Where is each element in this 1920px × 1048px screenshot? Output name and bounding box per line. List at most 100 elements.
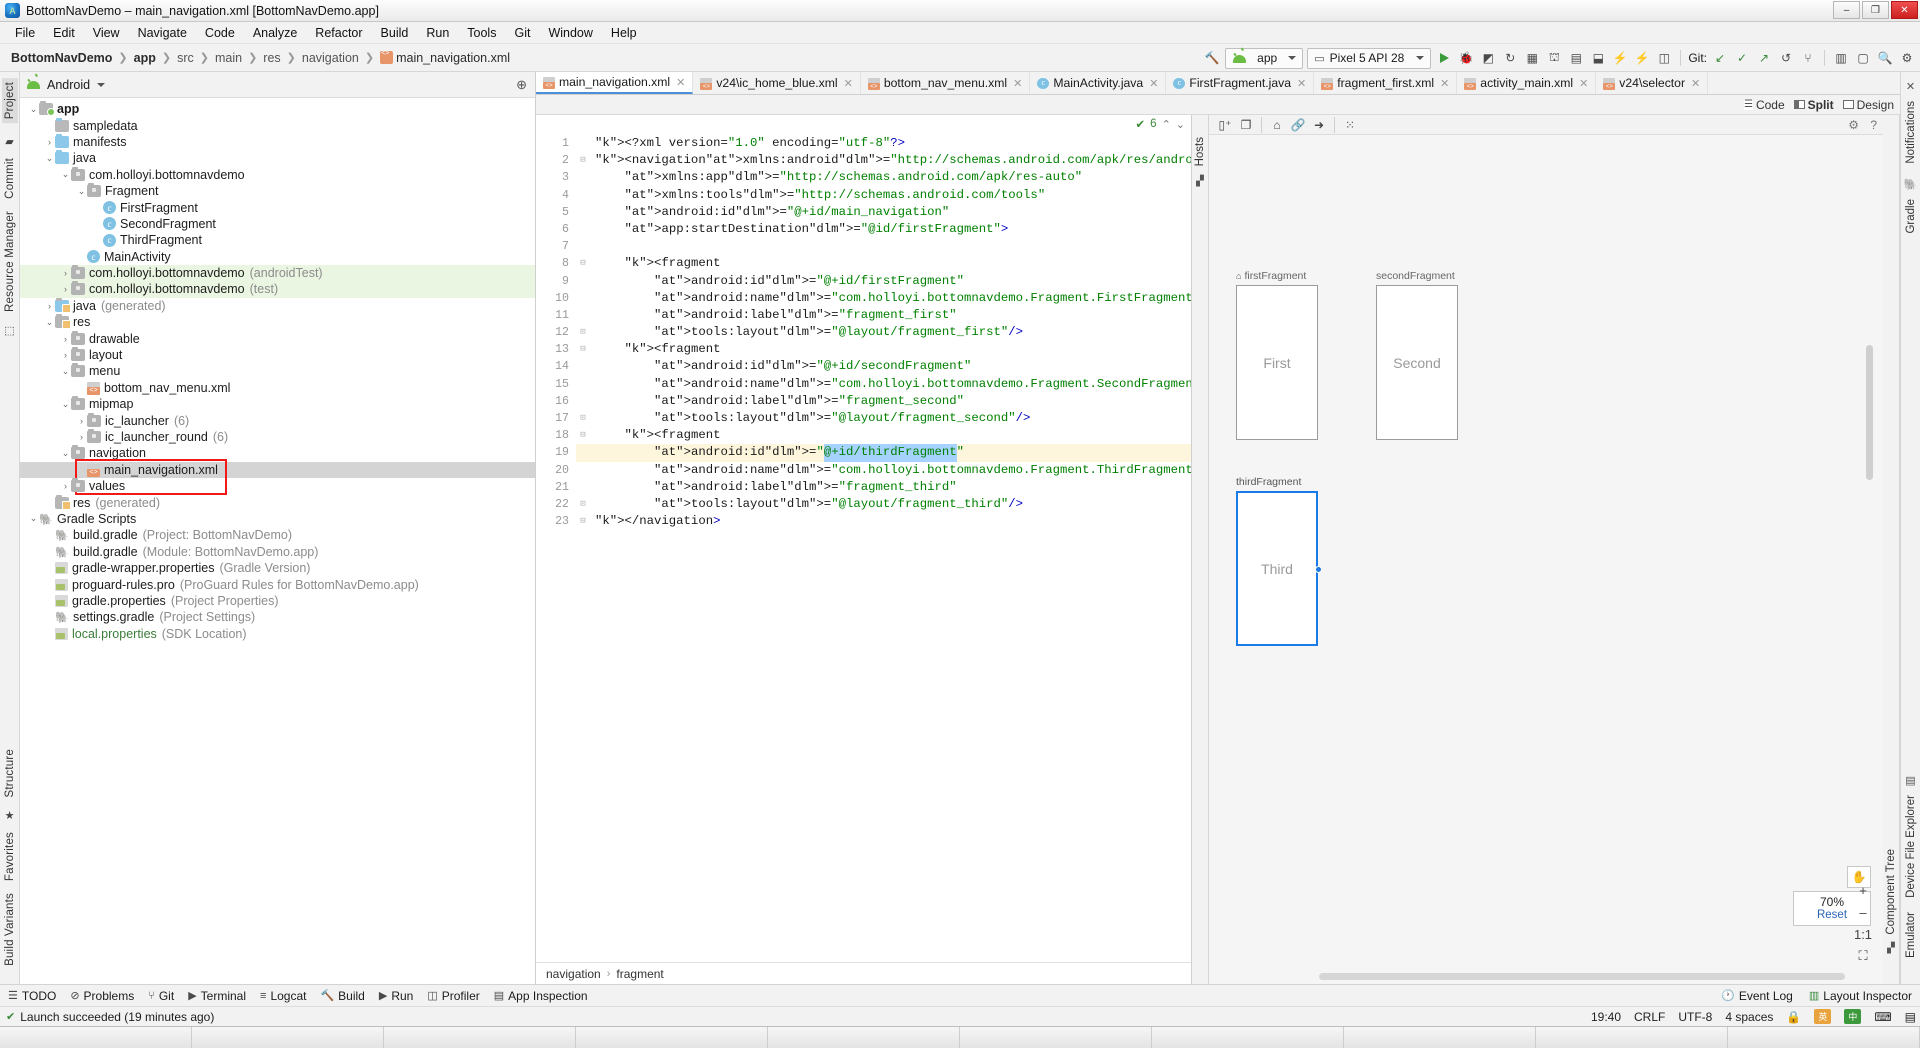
taskbar-segment[interactable] — [768, 1027, 960, 1048]
component-tree-grid-icon[interactable]: ▞ — [1887, 943, 1895, 954]
code-breadcrumb-navigation[interactable]: navigation — [546, 967, 601, 981]
chevron-down-icon[interactable]: ⌄ — [60, 399, 71, 410]
chevron-down-icon-project[interactable] — [97, 82, 106, 87]
editor-tab-main-navigation-xml[interactable]: main_navigation.xml ✕ — [536, 72, 694, 94]
code-line-10[interactable]: 10 "at">android:name "dlm" >= "com.holloyi.… — [536, 289, 1191, 307]
chevron-down-icon[interactable]: ⌄ — [44, 153, 55, 164]
taskbar-segment[interactable] — [1536, 1027, 1728, 1048]
tree-node-navigation[interactable]: ⌄ navigation — [20, 445, 535, 461]
menu-analyze[interactable]: Analyze — [244, 24, 306, 42]
tree-node-secondfragment[interactable]: c SecondFragment — [20, 216, 535, 232]
zoom-out-button[interactable]: – — [1855, 904, 1871, 920]
git-commit-icon[interactable]: ✓ — [1733, 48, 1751, 68]
git-history-icon[interactable]: ↺ — [1777, 48, 1795, 68]
close-icon[interactable]: ✕ — [1013, 77, 1022, 90]
chevron-right-icon[interactable]: › — [60, 350, 71, 360]
code-line-7[interactable]: 7 — [536, 238, 1191, 256]
breadcrumb-bottomnavdemo[interactable]: BottomNavDemo — [8, 51, 115, 65]
avd-manager-icon[interactable]: ▤ — [1567, 48, 1585, 68]
keyboard-icon[interactable]: ⌨ — [1874, 1010, 1891, 1024]
tree-node-gradle-properties[interactable]: gradle.properties (Project Properties) — [20, 593, 535, 609]
status-encoding[interactable]: UTF-8 — [1678, 1010, 1712, 1024]
tree-node-bottom-nav-menu-xml[interactable]: bottom_nav_menu.xml — [20, 380, 535, 396]
code-line-13[interactable]: 13 ⊟ "k"><fragment — [536, 341, 1191, 359]
close-icon[interactable]: ✕ — [1691, 77, 1700, 90]
tree-node-com-holloyi-bottomnavdemo[interactable]: › com.holloyi.bottomnavdemo (androidTest) — [20, 264, 535, 282]
chevron-right-icon[interactable]: › — [60, 284, 71, 294]
code-line-17[interactable]: 17 ⊡ "at">tools:layout "dlm" >= "@layout/fra… — [536, 410, 1191, 428]
fold-collapse-icon[interactable]: ⊟ — [576, 427, 590, 444]
tree-node-menu[interactable]: ⌄ menu — [20, 363, 535, 379]
sdk-manager-icon[interactable]: ⬓ — [1589, 48, 1607, 68]
rail-item-structure[interactable]: Structure — [4, 749, 16, 797]
tree-node-ic-launcher[interactable]: › ic_launcher (6) — [20, 412, 535, 428]
run-configuration-selector[interactable]: app — [1225, 47, 1304, 69]
destination-preview[interactable]: Third — [1236, 491, 1318, 646]
taskbar-segment[interactable] — [1152, 1027, 1344, 1048]
component-tree-label[interactable]: Component Tree — [1885, 849, 1897, 935]
editor-tab-activity-main-xml[interactable]: activity_main.xml ✕ — [1457, 72, 1597, 94]
device-file-explorer-icon[interactable]: ▤ — [1905, 774, 1915, 787]
tree-node-ic-launcher-round[interactable]: › ic_launcher_round (6) — [20, 429, 535, 445]
rail-item-project[interactable]: Project — [1, 78, 18, 124]
tree-node-settings-gradle[interactable]: 🐘 settings.gradle (Project Settings) — [20, 609, 535, 625]
editor-tab-bar[interactable]: main_navigation.xml✕v24\ic_home_blue.xml… — [536, 72, 1900, 95]
menu-run[interactable]: Run — [417, 24, 458, 42]
code-breadcrumb-fragment[interactable]: fragment — [616, 967, 663, 981]
breadcrumb-main[interactable]: main — [212, 51, 245, 65]
view-mode-split[interactable]: Split — [1793, 98, 1834, 112]
apply-code-changes-icon[interactable]: ⚡ — [1633, 48, 1651, 68]
taskbar-segment[interactable] — [0, 1027, 192, 1048]
device-selector[interactable]: ▭ Pixel 5 API 28 — [1307, 47, 1432, 69]
chevron-right-icon[interactable]: › — [60, 481, 71, 491]
code-line-3[interactable]: 3 "at">xmlns:app "dlm" >= "http://schemas.a… — [536, 169, 1191, 187]
code-line-11[interactable]: 11 "at">android:label "dlm" >= "fragment_fi… — [536, 306, 1191, 325]
close-icon[interactable]: ✕ — [1440, 77, 1449, 90]
tree-node-local-properties[interactable]: local.properties (SDK Location) — [20, 626, 535, 642]
tool-window-layout-inspector[interactable]: ▥ Layout Inspector — [1809, 989, 1912, 1003]
tree-node-proguard-rules-pro[interactable]: proguard-rules.pro (ProGuard Rules for Bo… — [20, 576, 535, 592]
view-mode-design[interactable]: Design — [1842, 98, 1894, 112]
zoom-in-button[interactable]: + — [1855, 882, 1871, 898]
design-settings-icon[interactable]: ⚙ — [1848, 118, 1859, 132]
chevron-right-icon[interactable]: › — [44, 137, 55, 147]
menu-git[interactable]: Git — [505, 24, 539, 42]
memory-icon[interactable]: ▤ — [1905, 1010, 1916, 1024]
inspection-widget[interactable]: ✔ 6 ⌃ ⌄ — [1136, 117, 1185, 131]
arrow-icon[interactable]: ➜ — [1310, 117, 1328, 133]
zoom-expand-button[interactable]: ⛶ — [1855, 948, 1871, 964]
gradle-elephant-icon[interactable]: 🐘 — [1904, 178, 1918, 191]
menu-navigate[interactable]: Navigate — [129, 24, 196, 42]
editor-tab-mainactivity-java[interactable]: MainActivity.java ✕ — [1030, 72, 1167, 94]
status-indent[interactable]: 4 spaces — [1725, 1010, 1773, 1024]
chevron-down-icon-insp[interactable]: ⌄ — [1176, 118, 1185, 131]
profiler-icon[interactable]: ◫ — [1655, 48, 1673, 68]
chevron-down-icon[interactable]: ⌄ — [60, 169, 71, 180]
rail-item-favorites[interactable]: Favorites — [4, 832, 16, 881]
help-icon[interactable]: ? — [1870, 118, 1877, 132]
code-lines[interactable]: 1 "k"><?xml version= "1.0" encoding= "utf-8… — [536, 135, 1191, 962]
auto-arrange-icon[interactable]: ⁙ — [1341, 117, 1359, 133]
chevron-down-icon[interactable]: ⌄ — [60, 448, 71, 459]
git-branch-icon[interactable]: ⑂ — [1799, 48, 1817, 68]
hosts-grid-icon[interactable]: ▞ — [1196, 176, 1204, 187]
destination-firstFragment[interactable]: ⌂ firstFragment First — [1236, 270, 1318, 440]
project-tree[interactable]: ⌄ app sampledata › manifests ⌄ java ⌄ com.holloy… — [20, 98, 535, 984]
fold-end-icon[interactable]: ⊡ — [576, 496, 590, 513]
rail-item-gradle[interactable]: Gradle — [1905, 199, 1917, 234]
code-line-8[interactable]: 8 ⊟ "k"><fragment — [536, 255, 1191, 273]
tool-window-event-log[interactable]: 🕐 Event Log — [1721, 989, 1793, 1003]
tree-node-java[interactable]: ⌄ java — [20, 150, 535, 166]
status-line-separator[interactable]: CRLF — [1634, 1010, 1665, 1024]
fold-end-icon[interactable]: ⊡ — [576, 324, 590, 341]
chevron-down-icon[interactable]: ⌄ — [44, 317, 55, 328]
taskbar-segment[interactable] — [576, 1027, 768, 1048]
tree-node-build-gradle[interactable]: 🐘 build.gradle (Module: BottomNavDemo.app) — [20, 544, 535, 560]
chevron-down-icon[interactable]: ⌄ — [60, 366, 71, 377]
target-icon[interactable]: ⊕ — [516, 77, 527, 93]
new-nested-graph-icon[interactable]: ❐ — [1237, 117, 1255, 133]
rail-item-build-variants[interactable]: Build Variants — [4, 893, 16, 966]
tree-node-layout[interactable]: › layout — [20, 347, 535, 363]
taskbar-segment[interactable] — [960, 1027, 1152, 1048]
code-line-12[interactable]: 12 ⊡ "at">tools:layout "dlm" >= "@layout/fra… — [536, 324, 1191, 342]
